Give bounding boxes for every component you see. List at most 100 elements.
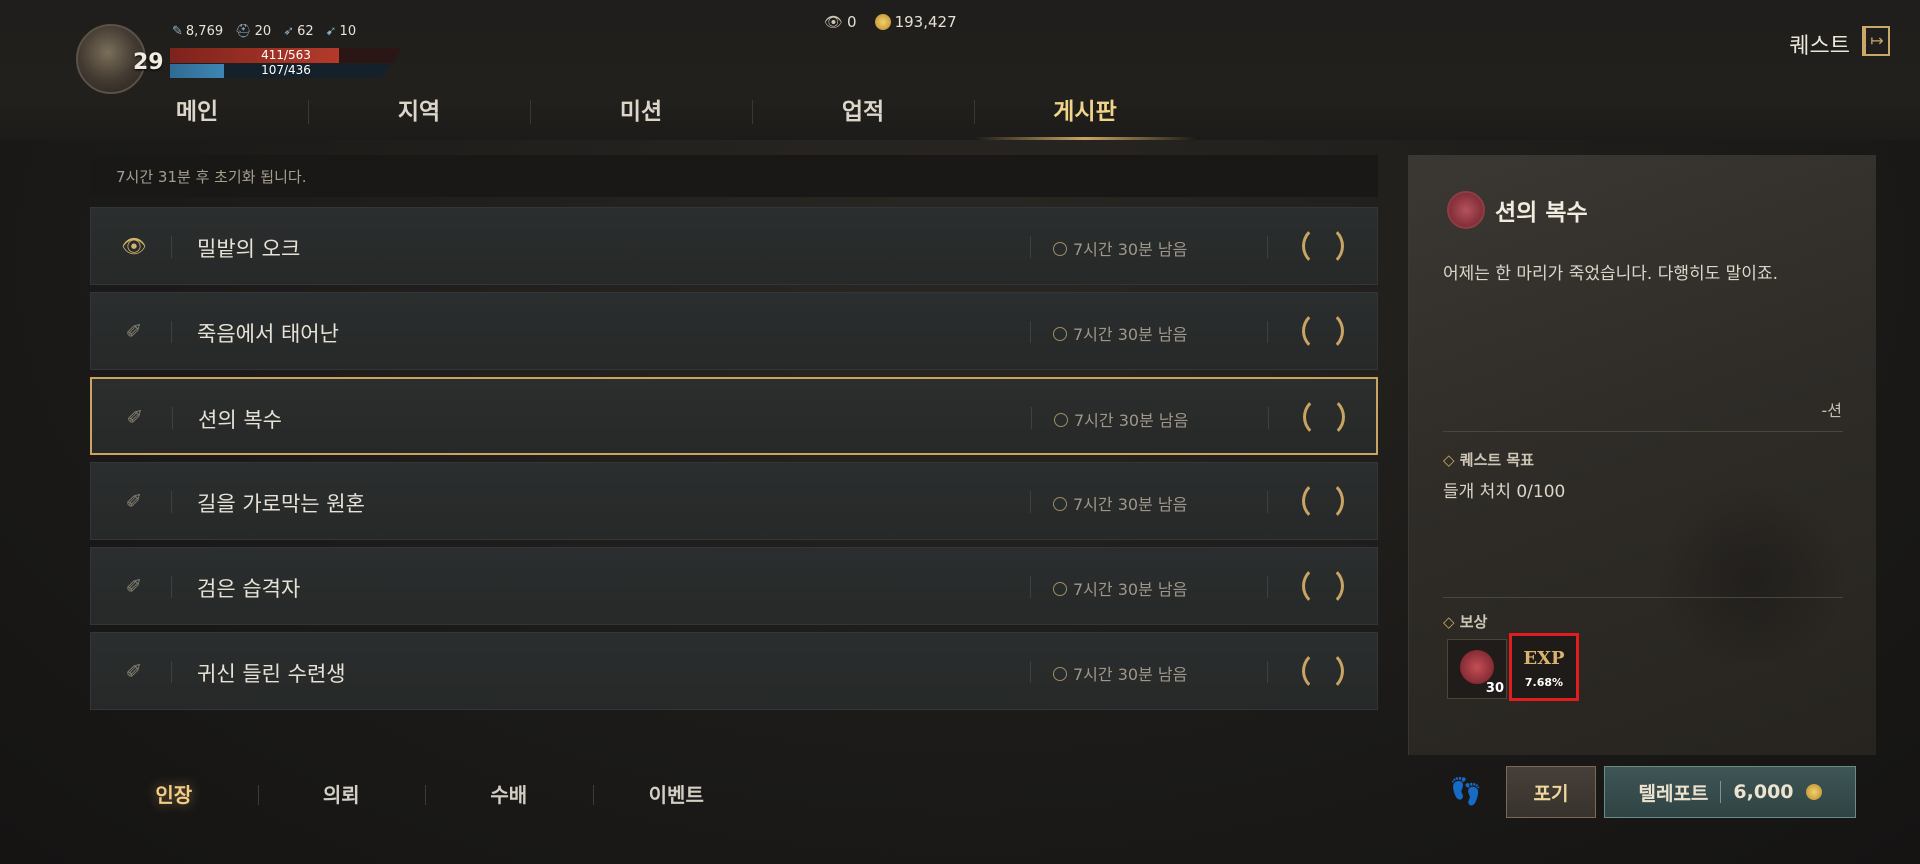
divider: [171, 321, 172, 343]
divider: [171, 576, 172, 598]
reward-count: 30: [1485, 681, 1504, 696]
seal-icon: [1460, 650, 1494, 684]
currency-bar: 👁 0 193,427: [824, 13, 957, 31]
gem-amount: 0: [847, 13, 857, 31]
reward-exp-percent: 7.68%: [1524, 676, 1564, 689]
stat-value: 8,769: [185, 24, 224, 39]
divider: [1030, 236, 1031, 258]
tab-seal[interactable]: 인장: [90, 775, 258, 815]
eye-gem-icon: 👁: [824, 13, 844, 31]
quest-name: 션의 복수: [198, 408, 282, 432]
footprints-icon[interactable]: 👣: [1446, 772, 1486, 812]
quest-time-text: 7시간 30분 남음: [1073, 325, 1188, 344]
wing-icon: ➶: [283, 24, 295, 39]
stat-other: ➹ 10: [326, 24, 356, 39]
clock-icon: [1053, 327, 1067, 341]
quest-time-text: 7시간 30분 남음: [1073, 495, 1188, 514]
clock-icon: [1054, 413, 1068, 427]
divider: [1267, 321, 1268, 343]
give-up-button[interactable]: 포기: [1506, 766, 1596, 818]
refresh-icon[interactable]: [1302, 650, 1344, 692]
tab-request[interactable]: 의뢰: [257, 775, 426, 815]
tab-event[interactable]: 이벤트: [592, 775, 761, 815]
hp-text: 411/563: [261, 48, 311, 62]
seal-icon: [1447, 191, 1485, 229]
tab-region[interactable]: 지역: [308, 92, 530, 142]
feather-icon: ✎: [172, 24, 183, 39]
exp-icon: EXP: [1523, 648, 1565, 669]
refresh-icon[interactable]: [1303, 396, 1345, 438]
quest-time: 7시간 30분 남음: [1053, 491, 1187, 515]
quest-row[interactable]: ✐ 죽음에서 태어난 7시간 30분 남음: [90, 292, 1378, 370]
reward-seal-item[interactable]: 30: [1447, 639, 1507, 699]
divider: [171, 236, 172, 258]
tab-wanted[interactable]: 수배: [425, 775, 593, 815]
quest-row[interactable]: ✐ 길을 가로막는 원혼 7시간 30분 남음: [90, 462, 1378, 540]
clock-icon: [1053, 497, 1067, 511]
divider: [1443, 431, 1843, 432]
refresh-icon[interactable]: [1302, 565, 1344, 607]
category-tabs: 인장 의뢰 수배 이벤트: [90, 775, 760, 815]
quest-name: 밀밭의 오크: [197, 237, 301, 261]
divider: [1030, 321, 1031, 343]
stat-power: ✎ 8,769: [172, 24, 223, 39]
gold-amount: 193,427: [894, 13, 957, 31]
player-stats: ✎ 8,769 ⛑ 20 ➶ 62 ➹ 10: [172, 24, 356, 39]
quest-row[interactable]: 👁 밀밭의 오크 7시간 30분 남음: [90, 207, 1378, 285]
gold-coin-icon: [1805, 784, 1822, 800]
gem-currency[interactable]: 👁 0: [824, 13, 857, 31]
stat-defense: ⛑ 20: [235, 24, 271, 39]
quest-row-selected[interactable]: ✐ 션의 복수 7시간 30분 남음: [90, 377, 1378, 455]
quest-time: 7시간 30분 남음: [1054, 407, 1188, 431]
tab-achievement[interactable]: 업적: [752, 92, 974, 142]
eye-slash-icon: ✐: [126, 405, 144, 429]
eye-slash-icon: ✐: [125, 574, 143, 598]
mp-bar: 107/436: [170, 64, 392, 78]
player-level: 29: [133, 50, 164, 75]
eye-slash-icon: ✐: [125, 319, 143, 343]
gold-currency[interactable]: 193,427: [874, 13, 957, 31]
refresh-icon[interactable]: [1302, 480, 1344, 522]
mp-text: 107/436: [261, 63, 311, 77]
reward-heading: 보상: [1443, 611, 1488, 632]
refresh-icon[interactable]: [1302, 310, 1344, 352]
reward-exp-item[interactable]: EXP 7.68%: [1509, 633, 1579, 701]
quest-time: 7시간 30분 남음: [1053, 321, 1187, 345]
quest-row[interactable]: ✐ 검은 습격자 7시간 30분 남음: [90, 547, 1378, 625]
reset-notice: 7시간 31분 후 초기화 됩니다.: [90, 155, 1378, 197]
stat-value: 20: [254, 24, 272, 39]
divider: [172, 407, 173, 429]
resource-bars: 411/563 107/436: [170, 48, 402, 78]
exit-icon[interactable]: ↦: [1862, 26, 1890, 56]
divider: [1030, 576, 1031, 598]
divider: [1030, 661, 1031, 683]
divider: [1267, 236, 1268, 258]
quest-row[interactable]: ✐ 귀신 들린 수련생 7시간 30분 남음: [90, 632, 1378, 710]
teleport-label: 텔레포트: [1638, 782, 1709, 805]
divider: [1720, 781, 1722, 803]
quest-name: 길을 가로막는 원혼: [197, 492, 365, 516]
eye-icon: 👁: [121, 234, 147, 258]
tab-main[interactable]: 메인: [86, 92, 308, 142]
divider: [1267, 491, 1268, 513]
quest-time-text: 7시간 30분 남음: [1073, 240, 1188, 259]
bird-icon: ➹: [325, 24, 337, 39]
tab-mission[interactable]: 미션: [530, 92, 752, 142]
objective-heading: 퀘스트 목표: [1443, 449, 1534, 470]
stat-speed: ➶ 62: [283, 24, 313, 39]
divider: [1267, 661, 1268, 683]
main-tabs: 메인 지역 미션 업적 게시판: [86, 92, 1196, 142]
wolf-illustration: [1647, 473, 1857, 663]
teleport-button[interactable]: 텔레포트 6,000: [1604, 766, 1856, 818]
tab-board[interactable]: 게시판: [974, 92, 1196, 142]
clock-icon: [1053, 582, 1067, 596]
quest-time-text: 7시간 30분 남음: [1073, 665, 1188, 684]
quest-time-text: 7시간 30분 남음: [1073, 580, 1188, 599]
detail-title: 션의 복수: [1495, 200, 1588, 226]
refresh-icon[interactable]: [1302, 225, 1344, 267]
hp-bar: 411/563: [170, 48, 402, 63]
divider: [1031, 407, 1032, 429]
clock-icon: [1053, 242, 1067, 256]
gold-coin-icon: [874, 14, 891, 30]
eye-slash-icon: ✐: [125, 489, 143, 513]
